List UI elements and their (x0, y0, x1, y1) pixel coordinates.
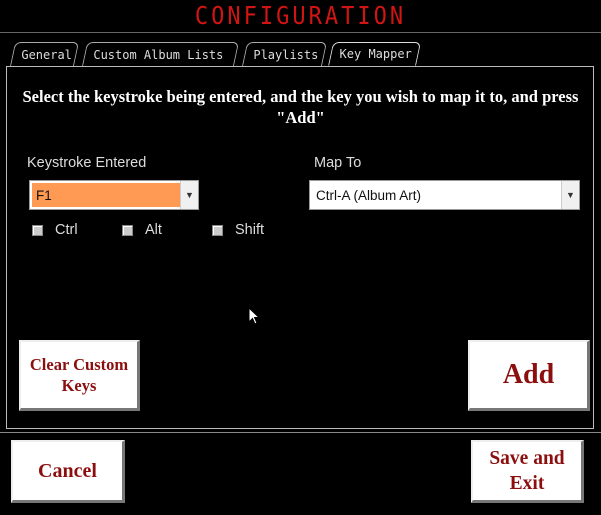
map-to-value: Ctrl-A (Album Art) (316, 187, 422, 203)
chevron-down-icon[interactable]: ▼ (561, 181, 579, 209)
checkbox-box-alt[interactable] (122, 224, 133, 236)
mouse-pointer-icon (248, 307, 260, 325)
tab-playlists[interactable]: Playlists (242, 42, 328, 66)
keystroke-value: F1 (32, 183, 180, 207)
add-button[interactable]: Add (468, 340, 590, 411)
chevron-down-icon[interactable]: ▼ (180, 181, 198, 209)
window-title: CONFIGURATION (194, 1, 407, 31)
cancel-button[interactable]: Cancel (11, 440, 125, 503)
shift-checkbox[interactable]: Shift (212, 222, 264, 238)
alt-label: Alt (145, 222, 162, 238)
tab-general[interactable]: General (10, 42, 80, 66)
tab-key-mapper[interactable]: Key Mapper (328, 42, 422, 66)
title-bar: CONFIGURATION (0, 0, 601, 33)
checkbox-box-ctrl[interactable] (32, 224, 43, 236)
tab-custom-album-lists[interactable]: Custom Album Lists (82, 42, 240, 66)
save-and-exit-button[interactable]: Save and Exit (471, 440, 584, 503)
checkbox-box-shift[interactable] (212, 224, 223, 236)
keystroke-label: Keystroke Entered (27, 155, 147, 171)
map-to-label: Map To (314, 155, 362, 171)
keystroke-select[interactable]: F1 ▼ (29, 180, 199, 210)
ctrl-checkbox[interactable]: Ctrl (32, 222, 78, 238)
alt-checkbox[interactable]: Alt (122, 222, 162, 238)
map-to-select[interactable]: Ctrl-A (Album Art) ▼ (309, 180, 580, 210)
instruction-text: Select the keystroke being entered, and … (22, 87, 579, 127)
clear-custom-keys-button[interactable]: Clear Custom Keys (19, 340, 140, 411)
ctrl-label: Ctrl (55, 222, 78, 238)
shift-label: Shift (235, 222, 265, 238)
